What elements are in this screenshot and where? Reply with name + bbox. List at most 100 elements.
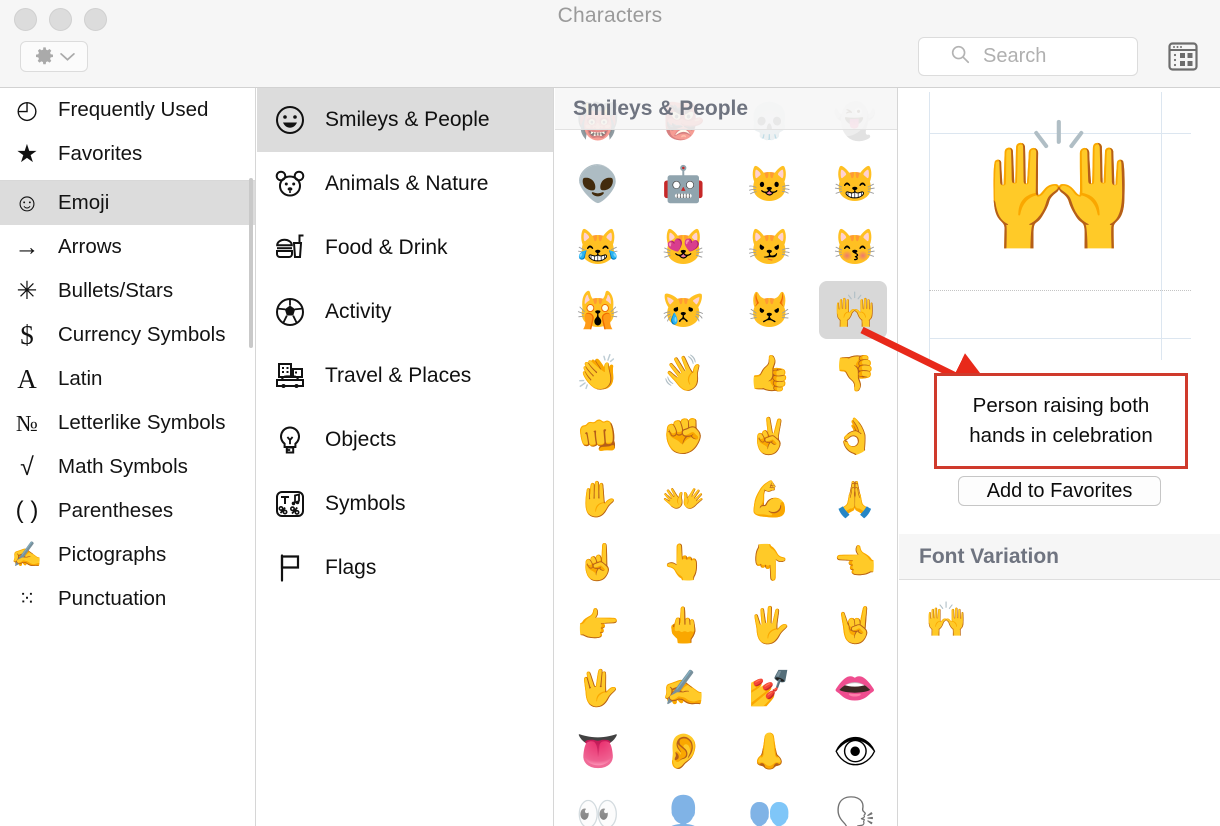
category-item-objects[interactable]: Objects [257, 408, 553, 472]
emoji-glyph: 😹 [576, 228, 620, 267]
burger-drink-icon [273, 231, 307, 265]
emoji-cell[interactable]: 👽 [555, 153, 641, 216]
emoji-glyph: 😽 [833, 228, 877, 267]
category-item-label: Smileys & People [325, 108, 490, 131]
emoji-cell[interactable]: 👥 [727, 783, 813, 826]
category-item-label: Symbols [325, 492, 406, 515]
sidebar-item-punctuation[interactable]: ⁙ Punctuation [0, 577, 255, 621]
emoji-cell[interactable]: 👤 [641, 783, 727, 826]
emoji-cell[interactable]: ☝ [555, 531, 641, 594]
emoji-cell[interactable]: 🖐 [727, 594, 813, 657]
emoji-cell[interactable]: 👂 [641, 720, 727, 783]
emoji-cell[interactable]: 👋 [641, 342, 727, 405]
emoji-cell[interactable]: 👊 [555, 405, 641, 468]
emoji-cell[interactable]: 🙌 [812, 279, 897, 342]
soccer-ball-icon [273, 295, 307, 329]
flag-icon [273, 551, 307, 585]
emoji-cell[interactable]: 😸 [812, 153, 897, 216]
search-input[interactable]: Search [918, 37, 1138, 76]
sidebar-item-parentheses[interactable]: ( ) Parentheses [0, 489, 255, 533]
emoji-cell[interactable]: 💪 [727, 468, 813, 531]
emoji-glyph: 😺 [747, 165, 792, 204]
emoji-cell[interactable]: 😽 [812, 216, 897, 279]
emoji-glyph: ✍ [661, 669, 706, 708]
emoji-glyph: 🤘 [833, 606, 877, 645]
chevron-down-icon [59, 52, 75, 62]
emoji-cell[interactable]: 😺 [727, 153, 813, 216]
category-item-label: Animals & Nature [325, 172, 489, 195]
emoji-cell[interactable]: 👍 [727, 342, 813, 405]
sidebar-item-pictographs[interactable]: ✍ Pictographs [0, 533, 255, 577]
sidebar-item-label: Letterlike Symbols [58, 411, 226, 434]
sidebar-item-favorites[interactable]: ★ Favorites [0, 132, 255, 176]
emoji-cell[interactable]: ✍ [641, 657, 727, 720]
emoji-cell[interactable]: 🖕 [641, 594, 727, 657]
emoji-cell[interactable]: 🤖 [641, 153, 727, 216]
sidebar-item-arrows[interactable]: → Arrows [0, 225, 255, 269]
category-item-label: Flags [325, 556, 377, 579]
emoji-cell[interactable]: 🤘 [812, 594, 897, 657]
emoji-cell[interactable]: 👐 [641, 468, 727, 531]
glyph-preview: 🙌 [899, 88, 1220, 363]
emoji-cell[interactable]: 😾 [727, 279, 813, 342]
emoji-glyph: 💪 [747, 480, 792, 519]
emoji-cell[interactable]: 💅 [727, 657, 813, 720]
emoji-cell[interactable]: 👄 [812, 657, 897, 720]
emoji-cell[interactable]: 👇 [727, 531, 813, 594]
punctuation-icon: ⁙ [18, 588, 36, 610]
category-item-animals-nature[interactable]: Animals & Nature [257, 152, 553, 216]
sidebar-item-frequently-used[interactable]: ◴ Frequently Used [0, 88, 255, 132]
category-item-flags[interactable]: Flags [257, 536, 553, 600]
emoji-grid[interactable]: 👹👺💀👻👽🤖😺😸😹😻😼😽🙀😿😾🙌👏👋👍👎👊✊✌👌✋👐💪🙏☝👆👇👈👉🖕🖐🤘🖖✍💅👄… [555, 88, 897, 826]
numero-icon: № [16, 410, 38, 436]
emoji-row: 🙀 😿 😾 🙌 [555, 279, 897, 342]
sidebar-item-math-symbols[interactable]: √ Math Symbols [0, 445, 255, 489]
category-item-food-drink[interactable]: Food & Drink [257, 216, 553, 280]
sidebar-item-emoji[interactable]: ☺ Emoji [0, 181, 255, 225]
sidebar-item-currency-symbols[interactable]: $ Currency Symbols [0, 313, 255, 357]
emoji-cell[interactable]: 👃 [727, 720, 813, 783]
gear-icon [34, 46, 55, 67]
category-item-travel-places[interactable]: Travel & Places [257, 344, 553, 408]
font-variation-glyph[interactable]: 🙌 [925, 603, 967, 637]
category-item-activity[interactable]: Activity [257, 280, 553, 344]
category-item-smileys-people[interactable]: Smileys & People [257, 88, 553, 152]
emoji-cell[interactable]: 👌 [812, 405, 897, 468]
emoji-cell[interactable]: 👅 [555, 720, 641, 783]
settings-gear-button[interactable] [20, 41, 88, 72]
emoji-cell[interactable]: 👉 [555, 594, 641, 657]
emoji-glyph: 👐 [661, 480, 706, 519]
sidebar-item-letterlike-symbols[interactable]: № Letterlike Symbols [0, 401, 255, 445]
emoji-cell[interactable]: 😹 [555, 216, 641, 279]
character-palette-icon[interactable] [1168, 42, 1198, 71]
emoji-cell[interactable]: 🙏 [812, 468, 897, 531]
category-item-symbols[interactable]: Symbols [257, 472, 553, 536]
sidebar-item-bullets-stars[interactable]: ✳ Bullets/Stars [0, 269, 255, 313]
emoji-cell[interactable]: 😿 [641, 279, 727, 342]
emoji-cell[interactable]: 🗣 [812, 783, 897, 826]
emoji-cell[interactable]: 😻 [641, 216, 727, 279]
emoji-cell[interactable]: 👁 [812, 720, 897, 783]
font-variation-header: Font Variation [899, 534, 1220, 580]
emoji-cell[interactable]: 👆 [641, 531, 727, 594]
emoji-glyph: 👥 [747, 795, 792, 826]
emoji-grid-pane: 👹👺💀👻👽🤖😺😸😹😻😼😽🙀😿😾🙌👏👋👍👎👊✊✌👌✋👐💪🙏☝👆👇👈👉🖕🖐🤘🖖✍💅👄… [555, 88, 898, 826]
emoji-cell[interactable]: 👎 [812, 342, 897, 405]
emoji-cell[interactable]: ✊ [641, 405, 727, 468]
emoji-row: 👽 🤖 😺 😸 [555, 153, 897, 216]
emoji-cell[interactable]: ✋ [555, 468, 641, 531]
emoji-glyph: 👽 [576, 165, 620, 204]
emoji-cell[interactable]: ✌ [727, 405, 813, 468]
emoji-cell[interactable]: 😼 [727, 216, 813, 279]
emoji-cell[interactable]: 👏 [555, 342, 641, 405]
emoji-cell[interactable]: 👀 [555, 783, 641, 826]
category-item-label: Travel & Places [325, 364, 472, 387]
emoji-cell[interactable]: 🙀 [555, 279, 641, 342]
emoji-glyph: 👅 [576, 732, 620, 771]
emoji-cell[interactable]: 👈 [812, 531, 897, 594]
emoji-cell[interactable]: 🖖 [555, 657, 641, 720]
sidebar-scrollbar[interactable] [249, 178, 253, 348]
add-to-favorites-button[interactable]: Add to Favorites [958, 476, 1161, 506]
annotation-callout-box: Person raising both hands in celebration [934, 373, 1188, 469]
sidebar-item-latin[interactable]: A Latin [0, 357, 255, 401]
